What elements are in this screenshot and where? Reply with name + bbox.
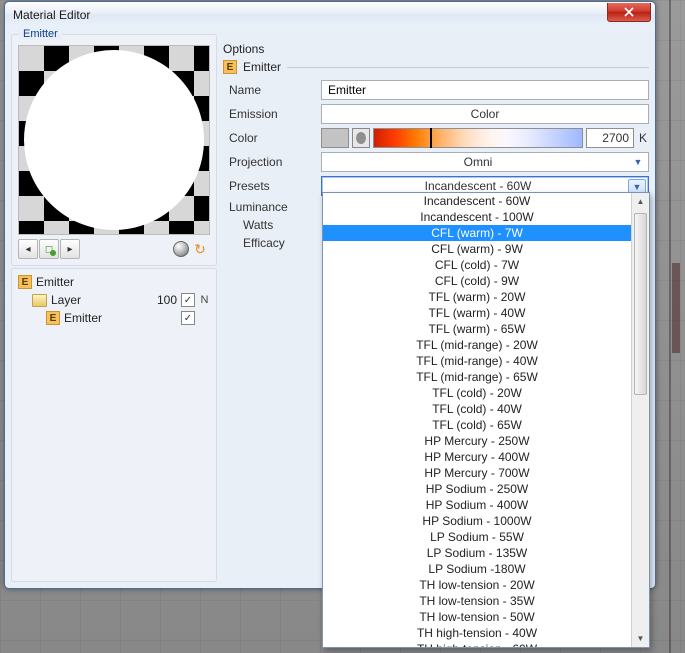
preset-option[interactable]: LP Sodium - 55W xyxy=(323,529,631,545)
preset-option[interactable]: TH high-tension - 40W xyxy=(323,625,631,641)
preset-option[interactable]: CFL (cold) - 9W xyxy=(323,273,631,289)
preset-option[interactable]: TH low-tension - 50W xyxy=(323,609,631,625)
layer-n-label: N xyxy=(199,294,210,306)
preset-option[interactable]: TFL (cold) - 40W xyxy=(323,401,631,417)
preset-option[interactable]: TH high-tension - 60W xyxy=(323,641,631,647)
label-efficacy: Efficacy xyxy=(229,236,321,250)
preset-option[interactable]: TFL (cold) - 20W xyxy=(323,385,631,401)
preset-option[interactable]: TFL (warm) - 40W xyxy=(323,305,631,321)
label-emission: Emission xyxy=(229,107,321,121)
label-watts: Watts xyxy=(229,218,321,232)
layer-visible-checkbox[interactable]: ✓ xyxy=(181,293,195,307)
presets-dropdown: Incandescent - 60WIncandescent - 100WCFL… xyxy=(322,192,650,648)
emitter-chip-icon: E xyxy=(223,60,237,74)
preset-option[interactable]: HP Sodium - 400W xyxy=(323,497,631,513)
name-input[interactable] xyxy=(321,80,649,100)
titlebar[interactable]: Material Editor xyxy=(5,2,655,28)
base-color-swatch[interactable] xyxy=(321,128,349,148)
preset-option[interactable]: TFL (cold) - 65W xyxy=(323,417,631,433)
kelvin-value[interactable]: 2700 xyxy=(586,128,634,148)
preset-option[interactable]: Incandescent - 100W xyxy=(323,209,631,225)
material-preview[interactable] xyxy=(18,45,210,235)
sphere-preview-icon[interactable] xyxy=(173,241,189,257)
window-close-button[interactable] xyxy=(607,3,651,22)
section-label: Emitter xyxy=(243,60,281,74)
emitter-chip-icon: E xyxy=(18,275,32,289)
close-icon xyxy=(624,7,634,17)
preview-view-button[interactable]: ◻ xyxy=(39,239,59,259)
emission-type-combo[interactable]: Color xyxy=(321,104,649,124)
preview-group-title: Emitter xyxy=(19,28,62,40)
preset-option[interactable]: TFL (warm) - 65W xyxy=(323,321,631,337)
preset-option[interactable]: Incandescent - 60W xyxy=(323,193,631,209)
scroll-up-button[interactable]: ▲ xyxy=(632,193,649,210)
label-projection: Projection xyxy=(229,155,321,169)
preset-option[interactable]: TH low-tension - 35W xyxy=(323,593,631,609)
slider-handle[interactable] xyxy=(430,128,432,148)
presets-value: Incandescent - 60W xyxy=(425,179,532,193)
layer-weight: 100 xyxy=(157,293,177,307)
preset-option[interactable]: HP Sodium - 1000W xyxy=(323,513,631,529)
preset-option[interactable]: HP Mercury - 700W xyxy=(323,465,631,481)
preset-option[interactable]: CFL (cold) - 7W xyxy=(323,257,631,273)
projection-combo[interactable]: Omni ▼ xyxy=(321,152,649,172)
preset-option[interactable]: TH low-tension - 20W xyxy=(323,577,631,593)
tree-row-emitter[interactable]: E Emitter ✓ xyxy=(16,309,212,327)
refresh-button[interactable]: ↻ xyxy=(190,239,210,259)
presets-scrollbar[interactable]: ▲ ▼ xyxy=(631,193,649,647)
folder-icon xyxy=(32,294,47,307)
tree-row-layer[interactable]: Layer 100 ✓ N xyxy=(16,291,212,309)
options-heading: Options xyxy=(223,42,649,56)
materials-root[interactable]: E Emitter xyxy=(16,273,212,291)
preset-option[interactable]: CFL (warm) - 9W xyxy=(323,241,631,257)
projection-value: Omni xyxy=(464,155,493,169)
scroll-down-button[interactable]: ▼ xyxy=(632,630,649,647)
emitter-chip-icon: E xyxy=(46,311,60,325)
preview-toolbar: ◂ ◻ ▸ ↻ xyxy=(18,239,210,259)
label-name: Name xyxy=(229,83,321,97)
window-title: Material Editor xyxy=(13,8,90,22)
preset-option[interactable]: TFL (mid-range) - 40W xyxy=(323,353,631,369)
preset-option[interactable]: TFL (warm) - 20W xyxy=(323,289,631,305)
materials-root-label: Emitter xyxy=(36,275,74,289)
preview-sphere xyxy=(24,50,204,230)
materials-tree-group: E Emitter Layer 100 ✓ N E E xyxy=(11,268,217,582)
preset-option[interactable]: TFL (mid-range) - 65W xyxy=(323,369,631,385)
label-luminance: Luminance xyxy=(229,200,321,214)
texture-swatch[interactable] xyxy=(352,128,370,148)
preset-option[interactable]: HP Mercury - 250W xyxy=(323,433,631,449)
kelvin-unit: K xyxy=(637,131,649,145)
preset-option[interactable]: HP Mercury - 400W xyxy=(323,449,631,465)
color-temperature-slider[interactable] xyxy=(373,128,583,148)
presets-dropdown-list: Incandescent - 60WIncandescent - 100WCFL… xyxy=(323,193,631,647)
chevron-down-icon: ▼ xyxy=(630,155,646,169)
preset-option[interactable]: LP Sodium -180W xyxy=(323,561,631,577)
preview-next-button[interactable]: ▸ xyxy=(60,239,80,259)
layer-label: Layer xyxy=(51,293,81,307)
preset-option[interactable]: CFL (warm) - 7W xyxy=(323,225,631,241)
label-presets: Presets xyxy=(229,179,321,193)
emitter-row-label: Emitter xyxy=(64,311,102,325)
preset-option[interactable]: HP Sodium - 250W xyxy=(323,481,631,497)
emitter-section-header: E Emitter xyxy=(223,60,649,74)
preview-group: Emitter ◂ ◻ ▸ ↻ xyxy=(11,34,217,266)
emitter-visible-checkbox[interactable]: ✓ xyxy=(181,311,195,325)
emission-type-label: Color xyxy=(471,107,500,121)
scroll-thumb[interactable] xyxy=(634,213,647,395)
preview-prev-button[interactable]: ◂ xyxy=(18,239,38,259)
preset-option[interactable]: TFL (mid-range) - 20W xyxy=(323,337,631,353)
preset-option[interactable]: LP Sodium - 135W xyxy=(323,545,631,561)
label-color: Color xyxy=(229,131,321,145)
